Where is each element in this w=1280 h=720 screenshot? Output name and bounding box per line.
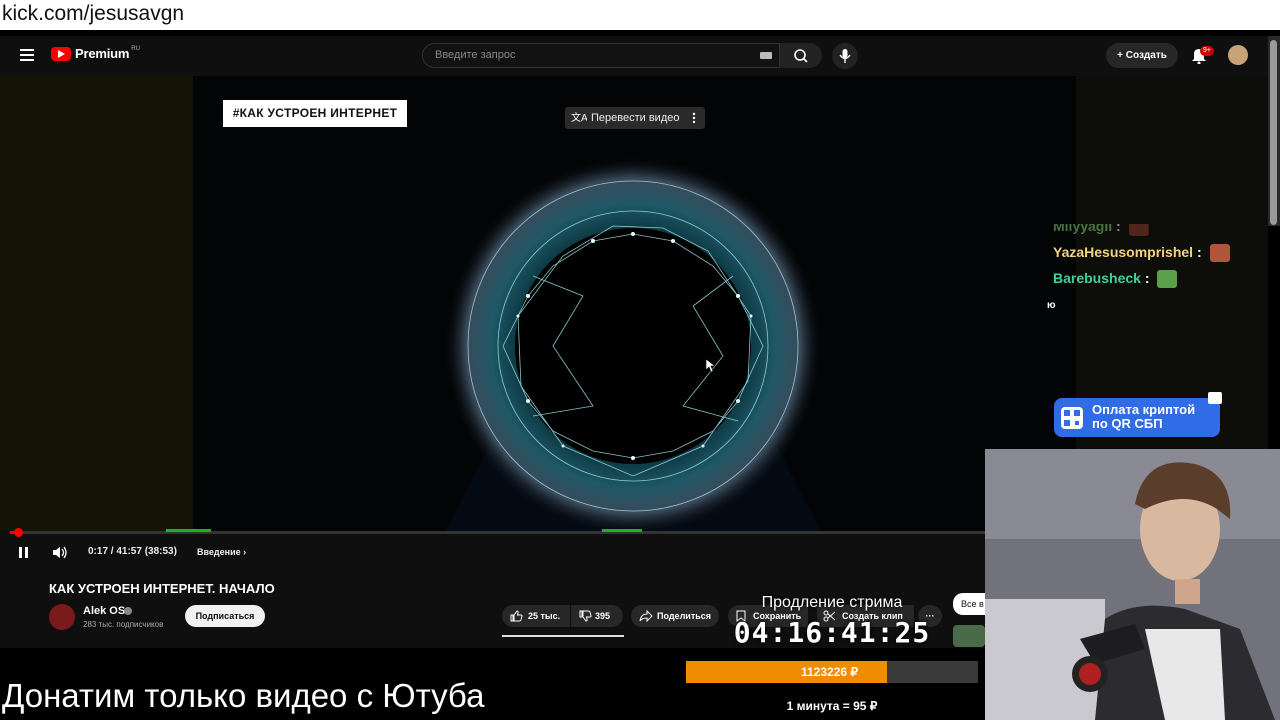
subscribe-button[interactable]: Подписаться (185, 605, 265, 627)
menu-icon[interactable] (20, 49, 34, 61)
search-icon (794, 49, 808, 63)
create-label: Создать (1125, 50, 1167, 61)
chevron-right-icon: › (243, 547, 247, 557)
account-avatar[interactable] (1228, 45, 1248, 65)
search-input[interactable]: Введите запрос (422, 43, 780, 68)
verified-icon (124, 607, 132, 615)
create-button[interactable]: + Создать (1106, 43, 1178, 68)
search-button[interactable] (780, 43, 822, 68)
chapter-label: Введение (197, 547, 241, 557)
qr-banner-text: Оплата криптой по QR СБП (1092, 403, 1195, 431)
mouse-cursor-icon (705, 358, 715, 373)
chat-message: Barebusheck : (1053, 270, 1178, 289)
dislike-button[interactable]: 395 (571, 605, 623, 627)
logo-region: RU (131, 45, 140, 52)
chat-fragment: ю (1047, 300, 1056, 311)
thumbs-up-icon (510, 610, 523, 622)
chat-separator: : (1140, 270, 1150, 286)
thumbs-down-icon (579, 610, 592, 622)
rating-bar (502, 635, 624, 637)
progress-scrubber[interactable] (14, 528, 23, 537)
chat-username: Barebusheck (1053, 270, 1141, 286)
channel-name[interactable]: Alek OS (83, 605, 125, 617)
chat-message: YazaHesusomprishel : (1053, 244, 1230, 263)
video-player[interactable]: #КАК УСТРОЕН ИНТЕРНЕТ 文A Перевести видео (193, 76, 1076, 531)
chat-username: YazaHesusomprishel (1053, 244, 1194, 260)
player-background-left (0, 76, 193, 531)
qr-badge-icon (1208, 392, 1222, 404)
like-button[interactable]: 25 тыс. (502, 605, 570, 627)
share-icon (639, 610, 653, 622)
donation-amount: 1123226 ₽ (801, 665, 859, 679)
network-ring-artwork (443, 156, 823, 531)
dislike-count: 395 (595, 611, 611, 621)
qr-banner-line2: по QR СБП (1092, 416, 1163, 431)
scrollbar-thumb[interactable] (1270, 40, 1277, 225)
pause-icon[interactable] (19, 547, 29, 558)
logo-text: Premium (75, 46, 130, 61)
plus-icon: + (1117, 50, 1126, 61)
volume-icon[interactable] (52, 546, 68, 559)
donation-rate: 1 минута = 95 ₽ (786, 699, 878, 713)
progress-bar[interactable] (10, 531, 985, 534)
stream-timer: 04:16:41:25 (733, 616, 931, 649)
microphone-icon (839, 49, 851, 63)
channel-avatar[interactable] (49, 604, 75, 630)
qr-code-icon (1061, 407, 1083, 429)
sponsor-segment (602, 529, 642, 532)
streamer-webcam (985, 449, 1280, 720)
qr-banner-line1: Оплата криптой (1092, 402, 1196, 417)
player-controls: 0:17 / 41:57 (38:53) Введение › (0, 528, 985, 571)
stream-extension-label: Продление стрима (761, 594, 903, 611)
translate-icon: 文A (571, 111, 587, 124)
stream-caption: Донатим только видео с Ютуба (2, 677, 485, 714)
voice-search-button[interactable] (832, 43, 858, 69)
crypto-qr-banner: Оплата криптой по QR СБП (1054, 398, 1220, 437)
chat-separator: : (1193, 244, 1202, 260)
chapter-button[interactable]: Введение › (197, 547, 246, 557)
youtube-logo[interactable]: Premium RU (51, 46, 140, 61)
sponsor-segment (166, 529, 211, 532)
stream-url-banner: kick.com/jesusavgn (0, 0, 1280, 30)
subscriber-count: 283 тыс. подписчиков (83, 620, 164, 629)
emote-icon (1157, 270, 1178, 289)
youtube-play-icon (51, 46, 71, 61)
youtube-header: Premium RU Введите запрос + Создать 9+ (0, 36, 1268, 76)
video-title: КАК УСТРОЕН ИНТЕРНЕТ. НАЧАЛО (49, 581, 275, 596)
video-overlay-tag: #КАК УСТРОЕН ИНТЕРНЕТ (223, 100, 407, 127)
more-vert-icon[interactable] (691, 112, 697, 124)
svg-text:文A: 文A (571, 111, 587, 124)
notification-badge: 9+ (1200, 46, 1214, 56)
emote-icon (1209, 244, 1230, 263)
like-count: 25 тыс. (528, 611, 561, 621)
translate-label: Перевести видео (591, 112, 680, 124)
webcam-feed (985, 449, 1280, 720)
translate-video-button[interactable]: 文A Перевести видео (565, 107, 705, 129)
keyboard-icon[interactable] (760, 52, 772, 59)
time-display: 0:17 / 41:57 (38:53) (88, 546, 177, 557)
